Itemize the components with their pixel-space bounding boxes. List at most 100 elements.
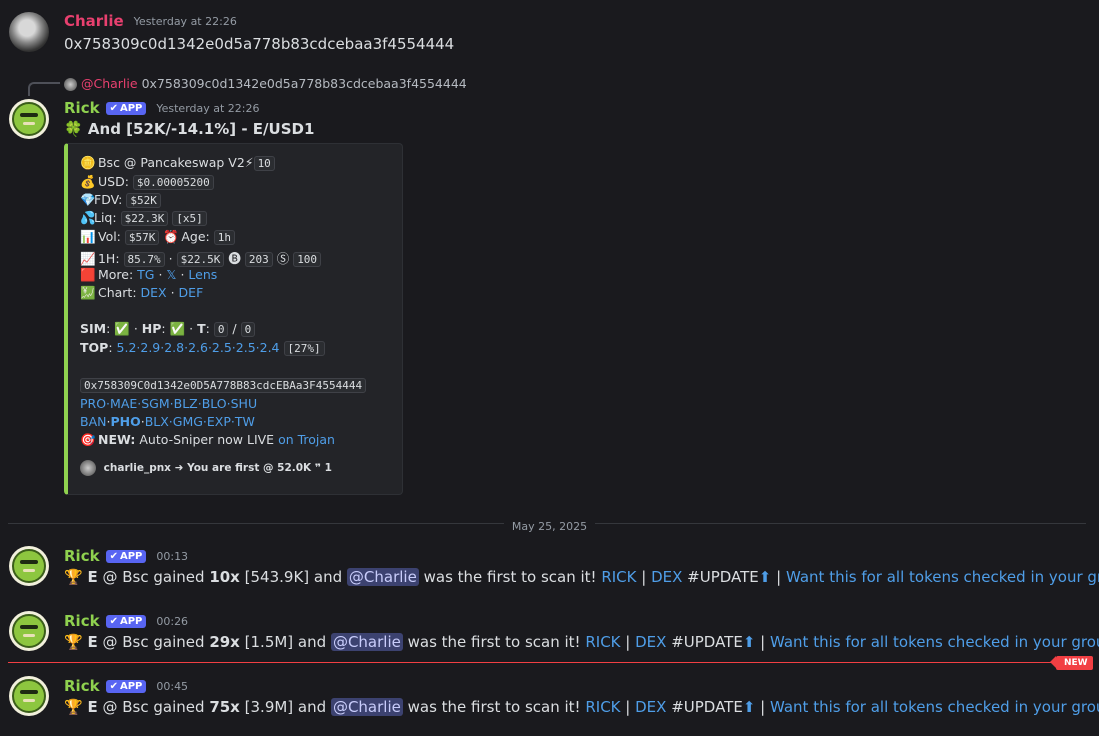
h1-pct: 85.7%: [123, 252, 165, 267]
message-title: 🍀 And [52K/-14.1%] - E/USD1: [64, 120, 315, 138]
link-pho[interactable]: PHO: [110, 414, 140, 429]
app-badge: ✔ APP: [105, 549, 147, 563]
bot-links-2[interactable]: BLX·GMG·EXP·TW: [145, 414, 255, 429]
timestamp: 00:45: [156, 679, 189, 693]
user-mention[interactable]: @Charlie: [346, 568, 419, 586]
app-badge: ✔ APP: [105, 101, 147, 115]
reply-text: 0x758309c0d1342e0d5a778b83cdcebaa3f45544…: [141, 76, 467, 91]
avatar[interactable]: [9, 12, 49, 52]
date-separator: May 25, 2025: [0, 516, 1099, 534]
droplets-icon: 💦: [80, 210, 96, 225]
bar-chart-icon: 📊: [80, 229, 96, 244]
bot-links-1[interactable]: PRO·MAE·SGM·BLZ·BLO·SHU: [80, 396, 257, 411]
user-mention[interactable]: @Charlie: [330, 633, 403, 651]
liq-value: $22.3K: [120, 211, 169, 226]
money-bag-icon: 💰: [80, 174, 96, 189]
link-rick[interactable]: RICK: [601, 568, 636, 586]
link-chart-dex[interactable]: DEX: [141, 285, 167, 300]
t-value-2: 0: [240, 322, 256, 337]
usd-value: $0.00005200: [132, 175, 214, 190]
fdv-value: $52K: [126, 193, 161, 208]
reply-avatar: [64, 78, 77, 91]
username[interactable]: Rick: [64, 612, 100, 630]
check-icon: ✔: [109, 102, 118, 114]
app-badge: ✔ APP: [105, 614, 147, 628]
trophy-icon: 🏆: [64, 633, 83, 651]
chart-up-icon: 📈: [80, 251, 96, 266]
chain-text: Bsc @ Pancakeswap V2: [97, 155, 245, 170]
check-icon: ✔: [109, 615, 118, 627]
quote-icon: ❞: [314, 462, 322, 474]
flag-icon: 🟥: [80, 267, 96, 282]
liq-mult: [x5]: [172, 211, 207, 226]
check-icon: ✔: [109, 680, 118, 692]
timestamp: Yesterday at 22:26: [133, 14, 237, 28]
contract-address[interactable]: 0x758309C0d1342e0D5A778B83cdcEBAa3F45544…: [80, 378, 367, 393]
link-ban[interactable]: BAN: [80, 414, 106, 429]
vol-value: $57K: [124, 230, 160, 245]
buy-icon: 🅑: [228, 251, 241, 266]
new-messages-divider: [8, 662, 1056, 663]
cta-link[interactable]: Want this for all tokens checked in your…: [770, 633, 1099, 651]
username[interactable]: Rick: [64, 547, 100, 565]
age-value: 1h: [213, 230, 235, 245]
h1-sells: 100: [293, 252, 322, 267]
timestamp: 00:26: [156, 614, 189, 628]
lightning-icon: ⚡: [244, 155, 254, 170]
link-trojan[interactable]: on Trojan: [278, 432, 335, 447]
reply-mention[interactable]: @Charlie: [81, 76, 138, 91]
pointing-icon: ➜: [174, 462, 184, 474]
footer-avatar: [80, 460, 96, 476]
coin-icon: 🪙: [80, 155, 96, 170]
h1-buys: 203: [244, 252, 273, 267]
avatar[interactable]: [9, 546, 49, 586]
arrow-up-icon: ⬆: [742, 698, 756, 716]
top-holders[interactable]: 5.2·2.9·2.8·2.6·2.5·2.5·2.4: [117, 340, 280, 355]
link-dex[interactable]: DEX: [635, 698, 666, 716]
avatar[interactable]: [9, 99, 49, 139]
link-x[interactable]: 𝕏: [166, 267, 176, 282]
message-text: 0x758309c0d1342e0d5a778b83cdcebaa3f45544…: [64, 35, 455, 53]
arrow-up-icon: ⬆: [758, 568, 772, 586]
t-value: 0: [213, 322, 229, 337]
cta-link[interactable]: Want this for all tokens checked in your…: [786, 568, 1099, 586]
chart-yen-icon: 💹: [80, 285, 96, 300]
link-dex[interactable]: DEX: [635, 633, 666, 651]
footer-text: You are first @ 52.0K: [187, 462, 312, 474]
avatar[interactable]: [9, 611, 49, 651]
arrow-up-icon: ⬆: [742, 633, 756, 651]
username[interactable]: Charlie: [64, 12, 124, 30]
diamond-icon: 💎: [80, 192, 96, 207]
footer-user: charlie_pnx: [103, 462, 171, 474]
username[interactable]: Rick: [64, 677, 100, 695]
sell-icon: Ⓢ: [276, 251, 290, 266]
reply-reference[interactable]: @Charlie 0x758309c0d1342e0d5a778b83cdceb…: [64, 76, 467, 91]
message-text: 🏆 E @ Bsc gained 75x [3.9M] and @Charlie…: [64, 698, 1099, 716]
clock-icon: ⏰: [163, 229, 179, 244]
clover-icon: 🍀: [64, 120, 83, 138]
trophy-icon: 🏆: [64, 698, 83, 716]
h1-vol: $22.5K: [176, 252, 225, 267]
link-chart-def[interactable]: DEF: [179, 285, 204, 300]
check-icon: ✅: [169, 321, 186, 336]
token-embed: 🪙 Bsc @ Pancakeswap V2⚡ 10 💰 USD: $0.0000…: [64, 143, 403, 495]
link-lens[interactable]: Lens: [188, 267, 217, 282]
link-tg[interactable]: TG: [137, 267, 154, 282]
top-pct: [27%]: [283, 341, 325, 356]
avatar[interactable]: [9, 676, 49, 716]
new-badge: NEW: [1050, 656, 1093, 670]
check-icon: ✔: [109, 550, 118, 562]
target-icon: 🎯: [80, 432, 96, 447]
username[interactable]: Rick: [64, 99, 100, 117]
link-rick[interactable]: RICK: [585, 698, 620, 716]
link-dex[interactable]: DEX: [651, 568, 682, 586]
message-text: 🏆 E @ Bsc gained 10x [543.9K] and @Charl…: [64, 568, 1099, 586]
footer-count: 1: [324, 462, 332, 474]
message-text: 🏆 E @ Bsc gained 29x [1.5M] and @Charlie…: [64, 633, 1099, 651]
timestamp: 00:13: [156, 549, 189, 563]
cta-link[interactable]: Want this for all tokens checked in your…: [770, 698, 1099, 716]
link-rick[interactable]: RICK: [585, 633, 620, 651]
check-icon: ✅: [114, 321, 130, 336]
user-mention[interactable]: @Charlie: [330, 698, 403, 716]
timestamp: Yesterday at 22:26: [156, 101, 260, 115]
